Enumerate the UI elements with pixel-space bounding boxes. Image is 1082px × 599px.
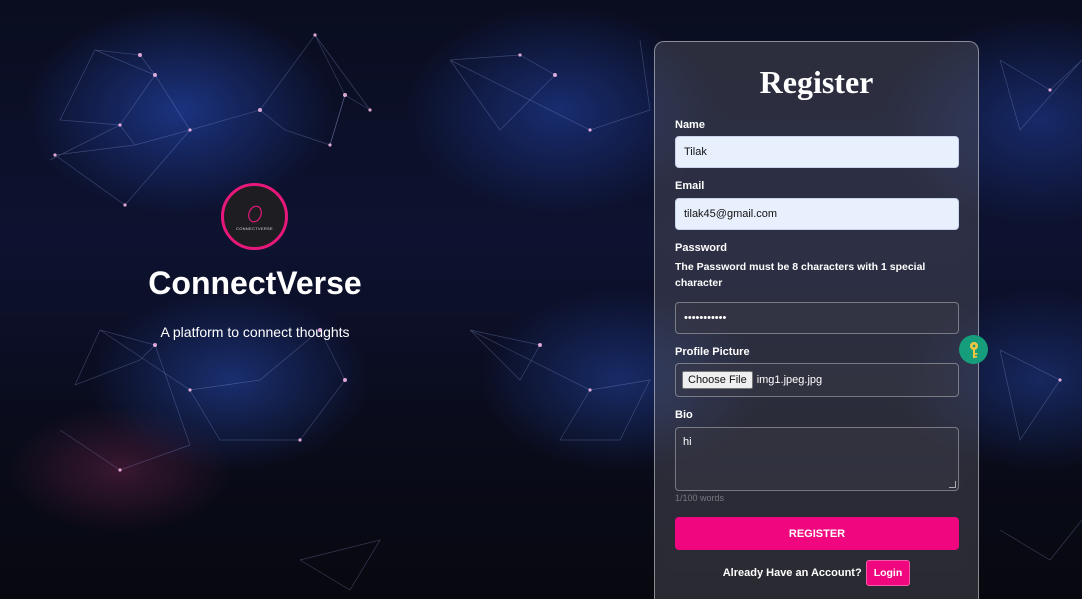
register-title: Register bbox=[759, 64, 874, 100]
bio-word-count: 1/100 words bbox=[675, 493, 725, 503]
key-icon bbox=[969, 341, 978, 358]
email-label: Email bbox=[675, 180, 705, 192]
choose-file-button[interactable]: Choose File bbox=[682, 371, 753, 389]
brand-panel: CONNECTVERSE ConnectVerse A platform to … bbox=[0, 0, 510, 599]
register-card: Register Name Tilak Email tilak45@gmail.… bbox=[654, 41, 979, 599]
bio-text: hi bbox=[683, 436, 692, 448]
name-label: Name bbox=[675, 119, 705, 131]
profile-picture-input[interactable]: Choose File img1.jpeg.jpg bbox=[675, 363, 959, 397]
password-label: Password bbox=[675, 242, 727, 254]
bio-textarea[interactable]: hi bbox=[675, 427, 959, 491]
password-hint: The Password must be 8 characters with 1… bbox=[675, 261, 926, 289]
email-input[interactable]: tilak45@gmail.com bbox=[675, 198, 959, 230]
register-button[interactable]: REGISTER bbox=[675, 517, 959, 550]
resize-grip-icon[interactable] bbox=[949, 481, 956, 488]
login-button[interactable]: Login bbox=[865, 560, 911, 586]
login-row: Already Have an Account? Login bbox=[655, 560, 978, 586]
profile-picture-label: Profile Picture bbox=[675, 346, 750, 358]
login-prompt: Already Have an Account? bbox=[722, 567, 862, 579]
bio-label: Bio bbox=[675, 409, 693, 421]
logo-text: CONNECTVERSE bbox=[236, 226, 273, 231]
name-input[interactable]: Tilak bbox=[675, 136, 959, 168]
brand-tagline: A platform to connect thoughts bbox=[160, 324, 350, 340]
brand-logo: CONNECTVERSE bbox=[221, 183, 288, 250]
brand-title: ConnectVerse bbox=[148, 265, 362, 301]
selected-file-name: img1.jpeg.jpg bbox=[756, 374, 823, 386]
password-manager-badge[interactable] bbox=[959, 335, 988, 364]
password-input[interactable]: ••••••••••• bbox=[675, 302, 959, 334]
